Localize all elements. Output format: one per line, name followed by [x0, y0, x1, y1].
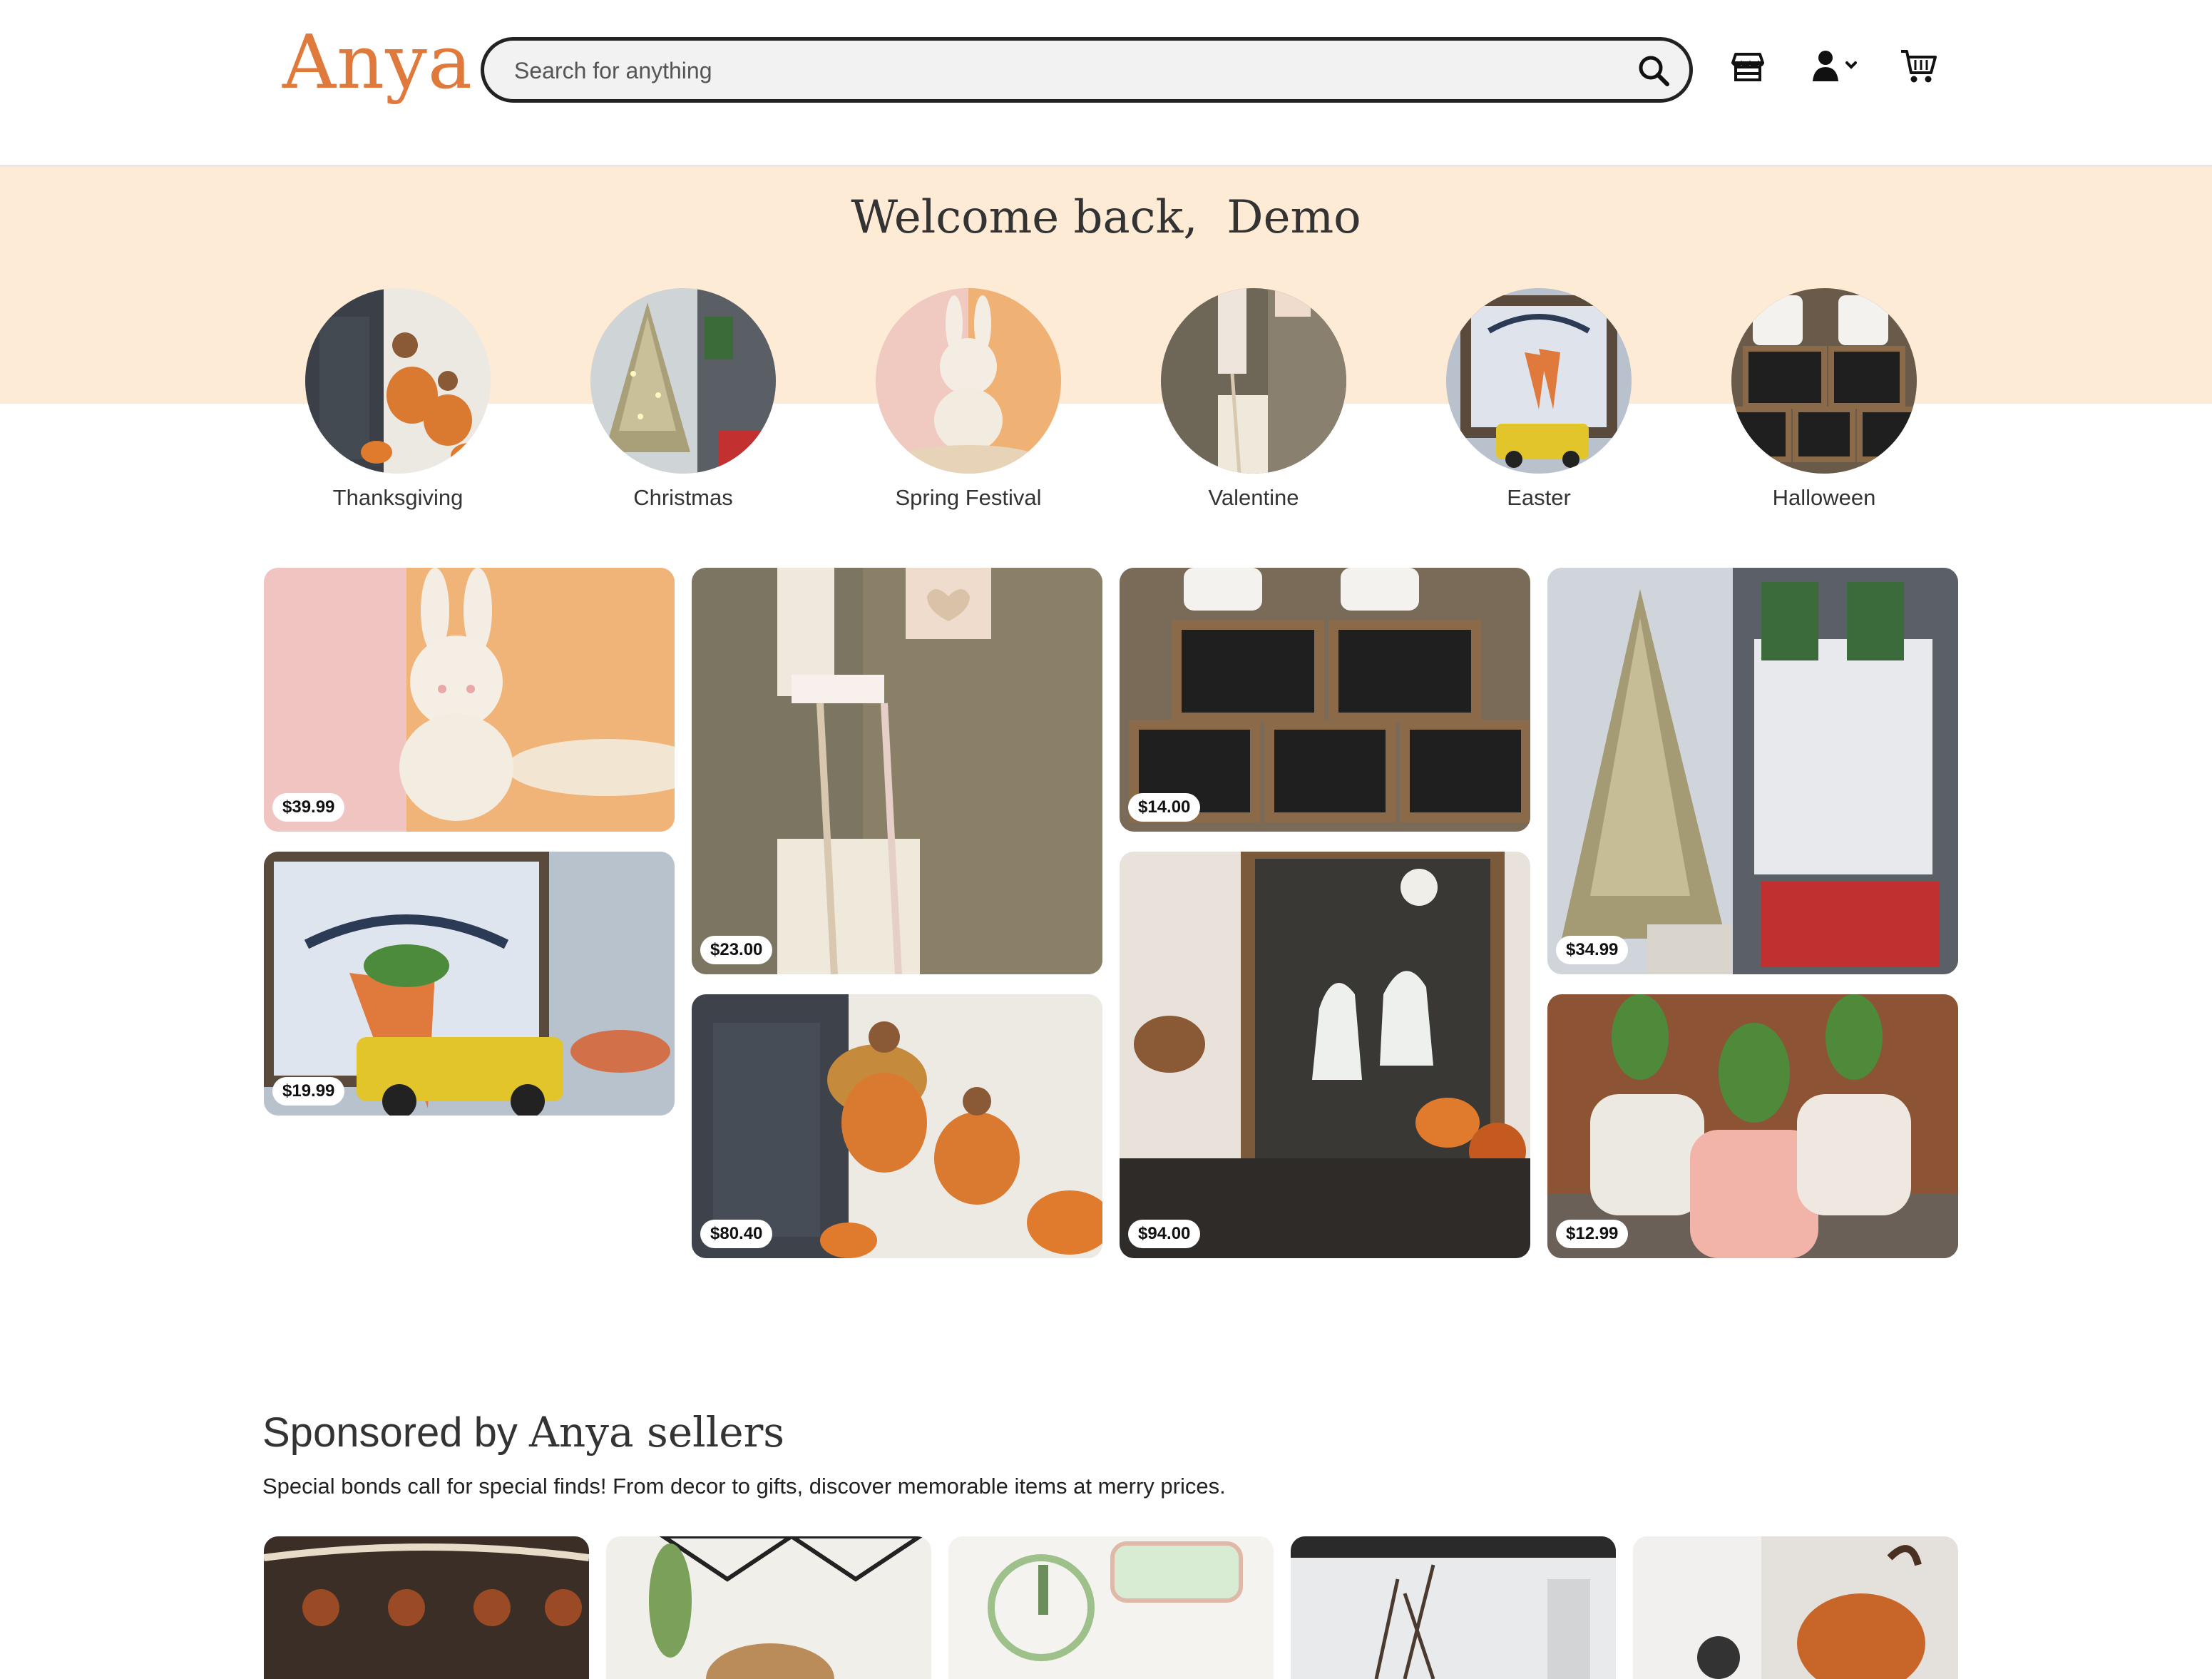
product-image [1633, 1536, 1958, 1679]
search-input[interactable] [513, 41, 1614, 101]
sponsored-title-prefix: Sponsored by [262, 1409, 530, 1456]
category-label: Halloween [1772, 485, 1876, 510]
category-image [876, 288, 1061, 474]
sponsored-card-2[interactable] [606, 1536, 931, 1679]
category-label: Spring Festival [895, 485, 1042, 510]
category-label: Christmas [633, 485, 733, 510]
price-badge: $94.00 [1128, 1220, 1201, 1248]
product-image [264, 852, 675, 1116]
cart-icon[interactable] [1900, 47, 1938, 86]
product-image [1291, 1536, 1616, 1679]
category-image [1161, 288, 1346, 474]
category-christmas[interactable]: Christmas [541, 288, 826, 511]
product-image [264, 1536, 589, 1679]
price-badge: $14.00 [1128, 793, 1201, 822]
shop-icon[interactable] [1730, 49, 1766, 84]
product-card-ghost-painting[interactable]: $94.00 [1120, 852, 1530, 1258]
sponsored-title-brand: Anya sellers [529, 1408, 785, 1456]
logo[interactable]: Anya [282, 16, 473, 108]
product-card-carrots-truck[interactable]: $19.99 [264, 852, 675, 1116]
product-image [948, 1536, 1274, 1679]
product-card-turkeys[interactable]: $80.40 [692, 994, 1102, 1258]
welcome-heading: Welcome back, Demo [851, 191, 1361, 244]
category-valentine[interactable]: Valentine [1111, 288, 1396, 511]
category-label: Valentine [1208, 485, 1299, 510]
sponsored-card-5[interactable] [1633, 1536, 1958, 1679]
product-image [606, 1536, 931, 1679]
product-card-love-sign[interactable]: $23.00 [692, 568, 1102, 974]
product-image [692, 568, 1102, 974]
product-image [1547, 994, 1958, 1258]
sponsored-title: Sponsored by Anya sellers [262, 1408, 784, 1456]
category-halloween[interactable]: Halloween [1681, 288, 1967, 511]
price-badge: $23.00 [700, 936, 773, 964]
product-card-cactus-pots[interactable]: $12.99 [1547, 994, 1958, 1258]
product-card-bunny[interactable]: $39.99 [264, 568, 675, 832]
product-card-christmas-tree[interactable]: $34.99 [1547, 568, 1958, 974]
search-bar [481, 37, 1693, 103]
sponsored-card-1[interactable] [264, 1536, 589, 1679]
product-image [1120, 852, 1530, 1258]
category-thanksgiving[interactable]: Thanksgiving [255, 288, 541, 511]
category-image [305, 288, 491, 474]
account-icon[interactable] [1811, 49, 1861, 84]
category-image [1446, 288, 1632, 474]
sponsored-card-3[interactable] [948, 1536, 1274, 1679]
category-image [1731, 288, 1917, 474]
search-icon[interactable] [1637, 53, 1671, 88]
price-badge: $19.99 [272, 1077, 345, 1106]
price-badge: $39.99 [272, 793, 345, 822]
product-image [264, 568, 675, 832]
category-label: Thanksgiving [332, 485, 464, 510]
price-badge: $12.99 [1556, 1220, 1629, 1248]
category-easter[interactable]: Easter [1396, 288, 1681, 511]
product-card-halloween-boxes[interactable]: $14.00 [1120, 568, 1530, 832]
product-image [1120, 568, 1530, 832]
category-label: Easter [1507, 485, 1571, 510]
price-badge: $80.40 [700, 1220, 773, 1248]
category-image [590, 288, 776, 474]
product-image [692, 994, 1102, 1258]
sponsored-subtitle: Special bonds call for special finds! Fr… [262, 1474, 1226, 1499]
site-header: Anya [0, 0, 2212, 167]
sponsored-card-4[interactable] [1291, 1536, 1616, 1679]
price-badge: $34.99 [1556, 936, 1629, 964]
product-image [1547, 568, 1958, 974]
category-spring-festival[interactable]: Spring Festival [826, 288, 1111, 511]
